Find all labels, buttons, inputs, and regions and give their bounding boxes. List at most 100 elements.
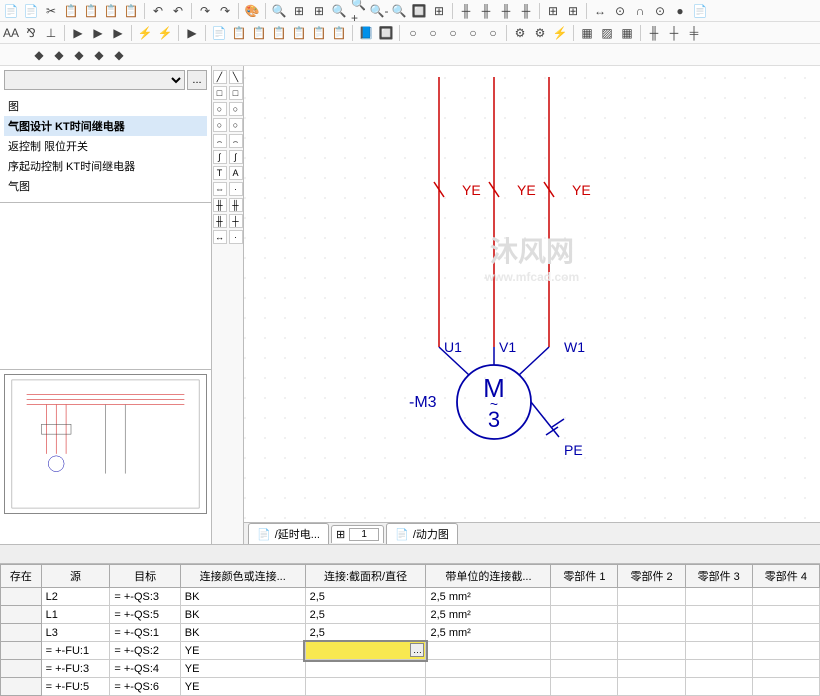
toolbar-button[interactable]: ⊞: [310, 2, 328, 20]
table-cell[interactable]: L3: [41, 624, 110, 642]
table-row[interactable]: = +-FU:3= +-QS:4YE: [1, 660, 820, 678]
table-cell[interactable]: [305, 678, 426, 696]
toolbar-button[interactable]: 🔍-: [370, 2, 388, 20]
toolbar-button[interactable]: ╫: [645, 24, 663, 42]
toolbar-button[interactable]: ▨: [598, 24, 616, 42]
toolbar-button[interactable]: ○: [464, 24, 482, 42]
table-cell[interactable]: [426, 660, 551, 678]
table-cell[interactable]: [1, 624, 42, 642]
toolbar-button[interactable]: ○: [404, 24, 422, 42]
draw-tool-button[interactable]: ⌢: [229, 134, 243, 148]
draw-tool-button[interactable]: ╫: [213, 198, 227, 212]
toolbar-button[interactable]: ▶: [109, 24, 127, 42]
column-header[interactable]: 源: [41, 565, 110, 588]
table-cell[interactable]: [685, 678, 752, 696]
draw-tool-button[interactable]: ⌢: [213, 134, 227, 148]
toolbar-button[interactable]: ↷: [216, 2, 234, 20]
table-cell[interactable]: [618, 588, 685, 606]
draw-tool-button[interactable]: □: [213, 86, 227, 100]
column-header[interactable]: 零部件 3: [685, 565, 752, 588]
draw-tool-button[interactable]: ○: [213, 102, 227, 116]
toolbar-button[interactable]: ⊥: [42, 24, 60, 42]
tree-item[interactable]: 图: [4, 96, 207, 116]
toolbar-button[interactable]: 📄: [691, 2, 709, 20]
toolbar-button[interactable]: ↶: [169, 2, 187, 20]
table-cell[interactable]: [618, 660, 685, 678]
table-cell[interactable]: = +-QS:6: [110, 678, 180, 696]
table-cell[interactable]: [752, 588, 819, 606]
draw-tool-button[interactable]: ○: [213, 118, 227, 132]
table-cell[interactable]: [305, 660, 426, 678]
cell-browse-button[interactable]: …: [410, 643, 424, 657]
toolbar-button[interactable]: 🔲: [410, 2, 428, 20]
table-cell[interactable]: [685, 660, 752, 678]
toolbar-button[interactable]: 📋: [250, 24, 268, 42]
toolbar-button[interactable]: ⚡: [551, 24, 569, 42]
toolbar-button[interactable]: 🔍: [330, 2, 348, 20]
toolbar-button[interactable]: ▦: [578, 24, 596, 42]
preview-thumbnail[interactable]: [4, 374, 207, 514]
toolbar-button[interactable]: ╫: [457, 2, 475, 20]
column-header[interactable]: 带单位的连接截...: [426, 565, 551, 588]
draw-tool-button[interactable]: ○: [229, 102, 243, 116]
table-cell[interactable]: [1, 606, 42, 624]
toolbar-button[interactable]: ⚡: [156, 24, 174, 42]
toolbar-button[interactable]: ⅋: [22, 24, 40, 42]
draw-tool-button[interactable]: A: [229, 166, 243, 180]
table-cell[interactable]: = +-QS:4: [110, 660, 180, 678]
table-cell[interactable]: = +-QS:3: [110, 588, 180, 606]
sheet-page-indicator[interactable]: ⊞ 1: [331, 525, 384, 543]
table-cell[interactable]: [752, 678, 819, 696]
tree-item[interactable]: 气图: [4, 176, 207, 196]
draw-tool-button[interactable]: ∫: [229, 150, 243, 164]
draw-tool-button[interactable]: ·: [229, 182, 243, 196]
table-cell[interactable]: = +-QS:1: [110, 624, 180, 642]
tree-item[interactable]: 序起动控制 KT时间继电器: [4, 156, 207, 176]
table-cell[interactable]: [685, 606, 752, 624]
column-header[interactable]: 连接:截面积/直径: [305, 565, 426, 588]
table-cell[interactable]: 2,5: [305, 606, 426, 624]
table-cell[interactable]: [1, 660, 42, 678]
table-cell[interactable]: [685, 588, 752, 606]
connections-table[interactable]: 存在源目标连接颜色或连接...连接:截面积/直径带单位的连接截...零部件 1零…: [0, 564, 820, 696]
table-cell[interactable]: [618, 678, 685, 696]
table-cell[interactable]: [752, 660, 819, 678]
toolbar-button[interactable]: 📋: [290, 24, 308, 42]
toolbar-button[interactable]: 📘: [357, 24, 375, 42]
table-row[interactable]: L1= +-QS:5BK2,52,5 mm²: [1, 606, 820, 624]
toolbar-button[interactable]: ✂: [42, 2, 60, 20]
toolbar-button[interactable]: ∩: [631, 2, 649, 20]
toolbar-button[interactable]: ▶: [69, 24, 87, 42]
sheet-tab-1[interactable]: 📄 /延时电...: [248, 523, 329, 544]
table-cell[interactable]: [618, 642, 685, 660]
toolbar-button[interactable]: ▶: [89, 24, 107, 42]
column-header[interactable]: 零部件 1: [551, 565, 618, 588]
toolbar-button[interactable]: 📄: [210, 24, 228, 42]
draw-tool-button[interactable]: T: [213, 166, 227, 180]
toolbar-button[interactable]: 📋: [82, 2, 100, 20]
table-cell[interactable]: [426, 678, 551, 696]
table-cell[interactable]: = +-QS:5: [110, 606, 180, 624]
table-cell[interactable]: 2,5: [305, 588, 426, 606]
table-cell[interactable]: 2,5 mm²: [426, 606, 551, 624]
table-cell[interactable]: ↖…: [305, 642, 426, 660]
table-cell[interactable]: = +-FU:5: [41, 678, 110, 696]
toolbar-button[interactable]: ◆: [70, 46, 88, 64]
draw-tool-button[interactable]: ○: [229, 118, 243, 132]
table-cell[interactable]: L1: [41, 606, 110, 624]
column-header[interactable]: 目标: [110, 565, 180, 588]
toolbar-button[interactable]: ⊞: [290, 2, 308, 20]
table-cell[interactable]: BK: [180, 588, 305, 606]
toolbar-button[interactable]: ○: [444, 24, 462, 42]
column-header[interactable]: 零部件 2: [618, 565, 685, 588]
toolbar-button[interactable]: 🔲: [377, 24, 395, 42]
page-tree[interactable]: 图气图设计 KT时间继电器返控制 限位开关序起动控制 KT时间继电器气图: [4, 94, 207, 198]
tree-item[interactable]: 返控制 限位开关: [4, 136, 207, 156]
draw-tool-button[interactable]: ╫: [213, 214, 227, 228]
toolbar-button[interactable]: ◆: [110, 46, 128, 64]
toolbar-button[interactable]: 🔍+: [350, 2, 368, 20]
toolbar-button[interactable]: 📋: [310, 24, 328, 42]
table-cell[interactable]: [551, 642, 618, 660]
table-cell[interactable]: YE: [180, 642, 305, 660]
toolbar-button[interactable]: ⊙: [611, 2, 629, 20]
